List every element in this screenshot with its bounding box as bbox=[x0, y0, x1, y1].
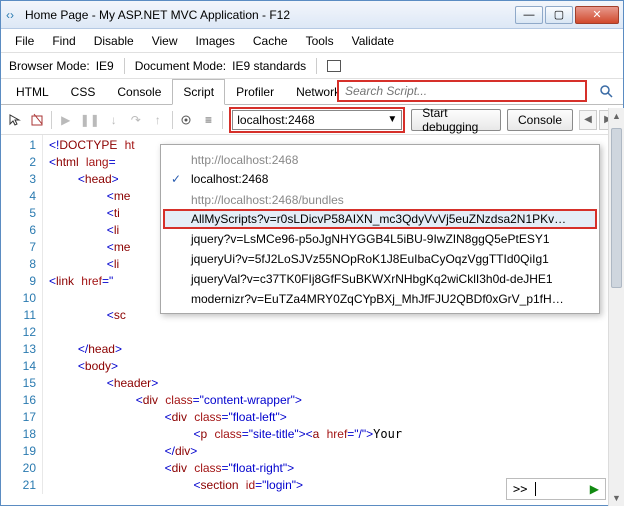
dropdown-item[interactable]: jquery?v=LsMCe96-p5oJgNHYGGB4L5iBU-9IwZI… bbox=[161, 229, 599, 249]
console-cursor bbox=[535, 482, 536, 496]
tab-console[interactable]: Console bbox=[106, 79, 172, 105]
tab-css[interactable]: CSS bbox=[60, 79, 107, 105]
scroll-up-icon[interactable]: ▲ bbox=[609, 108, 624, 124]
search-box-highlight bbox=[337, 80, 587, 102]
toolbar: ▶ ❚❚ ↓ ↷ ↑ ≡ localhost:2468 ▼ Start debu… bbox=[1, 105, 623, 135]
titlebar: ‹› Home Page - My ASP.NET MVC Applicatio… bbox=[1, 1, 623, 29]
svg-text:‹›: ‹› bbox=[6, 8, 14, 22]
menu-tools[interactable]: Tools bbox=[298, 31, 342, 51]
vertical-scrollbar[interactable]: ▲ ▼ bbox=[608, 108, 624, 506]
separator bbox=[124, 58, 125, 74]
menu-file[interactable]: File bbox=[7, 31, 42, 51]
pause-icon[interactable]: ❚❚ bbox=[80, 110, 100, 130]
close-button[interactable]: ✕ bbox=[575, 6, 619, 24]
dropdown-item[interactable]: jqueryUi?v=5fJ2LoSJVz55NOpRoK1J8EuIbaCyO… bbox=[161, 249, 599, 269]
menu-view[interactable]: View bbox=[144, 31, 186, 51]
config-icon[interactable] bbox=[179, 110, 195, 130]
mode-bar: Browser Mode: IE9 Document Mode: IE9 sta… bbox=[1, 53, 623, 79]
separator bbox=[316, 58, 317, 74]
menu-disable[interactable]: Disable bbox=[86, 31, 142, 51]
continue-icon[interactable]: ▶ bbox=[58, 110, 74, 130]
browser-mode-value[interactable]: IE9 bbox=[96, 59, 114, 73]
select-element-icon[interactable] bbox=[7, 110, 23, 130]
menu-validate[interactable]: Validate bbox=[344, 31, 402, 51]
tab-bar: HTML CSS Console Script Profiler Network bbox=[1, 79, 623, 105]
separator bbox=[172, 111, 173, 129]
console-button[interactable]: Console bbox=[507, 109, 573, 131]
tab-profiler[interactable]: Profiler bbox=[225, 79, 285, 105]
step-over-icon[interactable]: ↷ bbox=[128, 110, 144, 130]
page-prev-button[interactable]: ◀ bbox=[579, 110, 597, 130]
menu-images[interactable]: Images bbox=[188, 31, 243, 51]
console-input-bar[interactable]: >> ▶ bbox=[506, 478, 606, 500]
tab-html[interactable]: HTML bbox=[5, 79, 60, 105]
script-selector-value: localhost:2468 bbox=[237, 113, 314, 127]
dropdown-header: http://localhost:2468/bundles bbox=[161, 189, 599, 209]
search-input[interactable] bbox=[339, 82, 585, 100]
search-icon[interactable] bbox=[599, 84, 613, 101]
separator bbox=[51, 111, 52, 129]
script-selector[interactable]: localhost:2468 ▼ bbox=[232, 110, 402, 130]
window-title: Home Page - My ASP.NET MVC Application -… bbox=[25, 8, 515, 22]
dropdown-header: http://localhost:2468 bbox=[161, 149, 599, 169]
console-prompt: >> bbox=[513, 482, 527, 496]
run-icon[interactable]: ▶ bbox=[590, 482, 599, 496]
pin-icon[interactable] bbox=[327, 60, 341, 72]
document-mode-label: Document Mode: bbox=[135, 59, 226, 73]
separator bbox=[222, 111, 223, 129]
format-icon[interactable]: ≡ bbox=[200, 110, 216, 130]
browser-mode-label: Browser Mode: bbox=[9, 59, 90, 73]
chevron-down-icon: ▼ bbox=[387, 114, 397, 125]
dropdown-item[interactable]: jqueryVal?v=c37TK0FIj8GfFSuBKWXrNHbgKq2w… bbox=[161, 269, 599, 289]
script-combo-highlight: localhost:2468 ▼ bbox=[229, 107, 405, 133]
start-debugging-button[interactable]: Start debugging bbox=[411, 109, 501, 131]
line-gutter: 123456789101112131415161718192021 bbox=[1, 135, 43, 494]
menubar: File Find Disable View Images Cache Tool… bbox=[1, 29, 623, 53]
scroll-thumb[interactable] bbox=[611, 128, 622, 288]
dropdown-item-selected[interactable]: AllMyScripts?v=r0sLDicvP58AIXN_mc3QdyVvV… bbox=[163, 209, 597, 229]
step-out-icon[interactable]: ↑ bbox=[150, 110, 166, 130]
maximize-button[interactable]: ▢ bbox=[545, 6, 573, 24]
menu-find[interactable]: Find bbox=[44, 31, 83, 51]
minimize-button[interactable]: — bbox=[515, 6, 543, 24]
document-mode-value[interactable]: IE9 standards bbox=[232, 59, 306, 73]
script-dropdown: http://localhost:2468 localhost:2468 htt… bbox=[160, 144, 600, 314]
scroll-down-icon[interactable]: ▼ bbox=[609, 490, 624, 506]
step-into-icon[interactable]: ↓ bbox=[106, 110, 122, 130]
app-icon: ‹› bbox=[5, 7, 21, 23]
tab-script[interactable]: Script bbox=[172, 79, 225, 105]
dropdown-item[interactable]: localhost:2468 bbox=[161, 169, 599, 189]
menu-cache[interactable]: Cache bbox=[245, 31, 296, 51]
dropdown-item[interactable]: modernizr?v=EuTZa4MRY0ZqCYpBXj_MhJfFJU2Q… bbox=[161, 289, 599, 309]
clear-icon[interactable] bbox=[29, 110, 45, 130]
